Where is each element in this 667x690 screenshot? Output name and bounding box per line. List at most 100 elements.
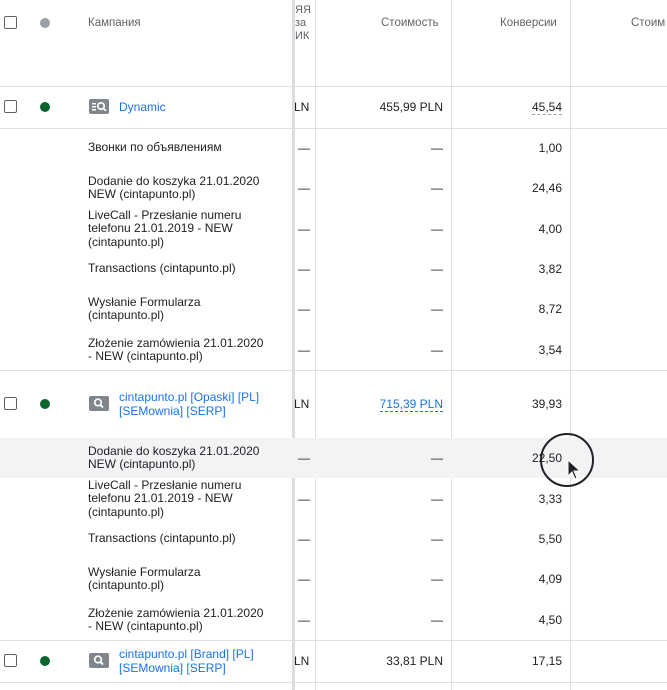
column-header-clipped-3: ИК	[295, 30, 310, 42]
conversion-action-line: - NEW (cintapunto.pl)	[88, 619, 203, 633]
conversion-action-label: Dodanie do koszyka 21.01.2020 NEW (cintap…	[88, 173, 260, 202]
campaign-name-link[interactable]: Dynamic	[119, 100, 166, 114]
conversion-action-label: Dodanie do koszyka 21.01.2020 NEW (cintap…	[88, 443, 260, 472]
dash-value: —	[298, 532, 310, 546]
conversion-action-line: (cintapunto.pl)	[88, 234, 165, 249]
conversion-action-line: Wysłanie Formularza	[88, 294, 201, 309]
cost-dash-value: —	[431, 613, 443, 627]
conversion-action-line: (cintapunto.pl)	[88, 504, 165, 519]
search-icon	[89, 396, 109, 411]
status-enabled-dot[interactable]	[40, 656, 50, 666]
column-divider-1	[315, 0, 316, 690]
conversion-action-line: (cintapunto.pl)	[88, 308, 165, 322]
dynamic-search-icon	[89, 99, 109, 114]
conversion-action-line: Złożenie zamówienia 21.01.2020	[88, 335, 264, 350]
row-divider	[0, 370, 667, 371]
dash-value: —	[298, 343, 310, 357]
conversions-value: 4,50	[538, 613, 562, 627]
conversion-action-line: Wysłanie Formularza	[88, 564, 201, 579]
conversion-action-line: Dodanie do koszyka 21.01.2020	[88, 443, 260, 458]
conversion-action-line: LiveCall - Przesłanie numeru	[88, 207, 242, 222]
status-enabled-dot[interactable]	[40, 399, 50, 409]
row-divider	[0, 86, 667, 87]
conversion-action-line: NEW (cintapunto.pl)	[88, 457, 196, 471]
dash-value: —	[298, 451, 310, 465]
conversion-action-line: Transactions (cintapunto.pl)	[88, 531, 236, 546]
conversion-action-label: Звонки по объявлениям	[88, 141, 222, 155]
conversion-action-line: LiveCall - Przesłanie numeru	[88, 477, 242, 492]
conversion-action-label: LiveCall - Przesłanie numeru telefonu 21.…	[88, 477, 242, 520]
conversions-value: 1,00	[538, 141, 562, 155]
row-divider	[0, 682, 667, 683]
conversion-action-line: Звонки по объявлениям	[88, 140, 222, 155]
cost-dash-value: —	[431, 262, 443, 276]
conversion-action-label: Wysłanie Formularza (cintapunto.pl)	[88, 564, 201, 593]
cost-value: 455,99 PLN	[379, 100, 443, 114]
column-header-cost[interactable]: Стоимость	[381, 17, 439, 29]
conversions-value[interactable]: 45,54	[531, 100, 562, 115]
conversions-value: 8,72	[538, 302, 562, 316]
dash-value: —	[298, 181, 310, 195]
status-enabled-dot[interactable]	[40, 102, 50, 112]
status-header-dot[interactable]	[40, 18, 50, 28]
conversion-action-line: - NEW (cintapunto.pl)	[88, 349, 203, 363]
conversions-value: 3,82	[538, 262, 562, 276]
cost-value[interactable]: 715,39 PLN	[379, 397, 443, 412]
select-all-checkbox[interactable]	[4, 16, 17, 29]
dash-value: —	[298, 613, 310, 627]
row-checkbox[interactable]	[4, 397, 17, 410]
cost-dash-value: —	[431, 181, 443, 195]
conversion-action-line: telefonu 21.01.2019 - NEW	[88, 221, 233, 236]
dash-value: —	[298, 302, 310, 316]
conversion-action-label: Złożenie zamówienia 21.01.2020- NEW (cin…	[88, 335, 264, 364]
clipped-value: LN	[294, 100, 310, 114]
column-header-conversions[interactable]: Конверсии	[500, 17, 557, 29]
campaign-name-line: [SEMownia] [SERP]	[119, 661, 226, 675]
conversion-action-label: Złożenie zamówienia 21.01.2020- NEW (cin…	[88, 605, 264, 634]
row-divider	[0, 640, 667, 641]
campaign-name-line: Dynamic	[119, 100, 166, 114]
clipped-value: LN	[294, 397, 310, 411]
clipped-value: LN	[294, 654, 310, 668]
row-checkbox[interactable]	[4, 100, 17, 113]
campaign-name-link[interactable]: cintapunto.pl [Brand] [PL] [SEMownia] [SE…	[119, 647, 254, 675]
conversions-value: 17,15	[531, 654, 562, 668]
conversion-action-line: Transactions (cintapunto.pl)	[88, 261, 236, 276]
column-header-clipped-2: за	[295, 17, 307, 29]
column-divider-2	[451, 0, 452, 690]
conversion-action-line: (cintapunto.pl)	[88, 578, 165, 592]
dash-value: —	[298, 141, 310, 155]
conversion-action-label: LiveCall - Przesłanie numeru telefonu 21.…	[88, 207, 242, 250]
conversion-action-line: Dodanie do koszyka 21.01.2020	[88, 173, 260, 188]
campaign-name-line: cintapunto.pl [Opaski] [PL]	[119, 390, 260, 404]
column-header-campaign[interactable]: Кампания	[88, 17, 141, 29]
cost-dash-value: —	[431, 302, 443, 316]
cost-dash-value: —	[431, 222, 443, 236]
cost-dash-value: —	[431, 492, 443, 506]
campaign-name-line: [SEMownia] [SERP]	[119, 404, 226, 418]
conversions-value: 39,93	[531, 397, 562, 411]
search-icon	[89, 653, 109, 668]
cost-dash-value: —	[431, 343, 443, 357]
cost-dash-value: —	[431, 141, 443, 155]
column-header-cost-per[interactable]: Стоим	[631, 17, 665, 29]
conversion-action-line: NEW (cintapunto.pl)	[88, 187, 196, 201]
dash-value: —	[298, 572, 310, 586]
column-header-clipped-1[interactable]: ЯЯ	[295, 4, 311, 16]
conversions-value: 24,46	[531, 181, 562, 195]
cost-dash-value: —	[431, 451, 443, 465]
conversion-action-label: Transactions (cintapunto.pl)	[88, 532, 236, 546]
conversion-action-line: Złożenie zamówienia 21.01.2020	[88, 605, 264, 620]
campaign-name-link[interactable]: cintapunto.pl [Opaski] [PL] [SEMownia] [S…	[119, 390, 259, 418]
row-divider	[0, 128, 667, 129]
campaign-name-line: cintapunto.pl [Brand] [PL]	[119, 647, 254, 661]
conversion-action-label: Wysłanie Formularza (cintapunto.pl)	[88, 294, 201, 323]
dash-value: —	[298, 222, 310, 236]
cost-dash-value: —	[431, 532, 443, 546]
conversion-action-line: telefonu 21.01.2019 - NEW	[88, 491, 233, 506]
conversions-value: 4,09	[538, 572, 562, 586]
conversions-value: 3,54	[538, 343, 562, 357]
row-checkbox[interactable]	[4, 654, 17, 667]
column-divider-3	[570, 0, 571, 690]
conversions-value: 4,00	[538, 222, 562, 236]
